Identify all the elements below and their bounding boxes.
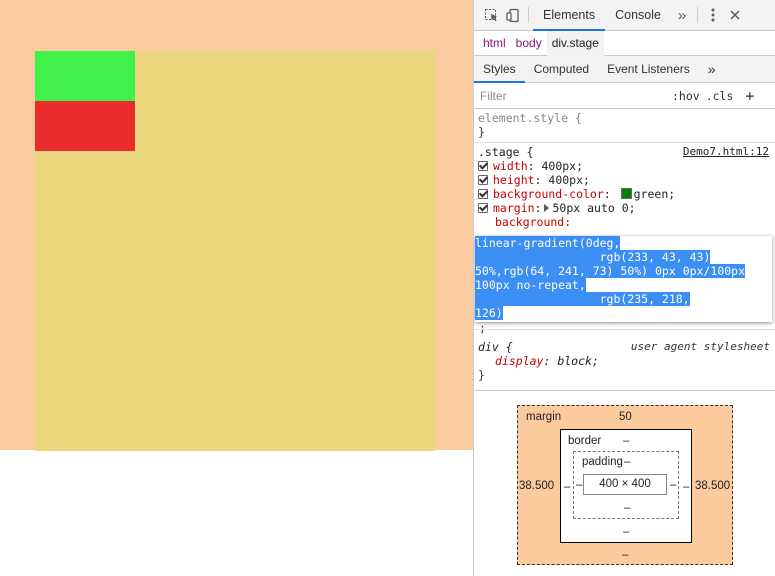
- property-name: height: [493, 173, 535, 187]
- property-name: display: [495, 354, 544, 368]
- tab-console[interactable]: Console: [605, 0, 671, 31]
- decl-display: display: block;: [495, 354, 599, 368]
- decl-margin[interactable]: margin: 50px auto 0;: [478, 201, 771, 215]
- close-devtools-icon[interactable]: [724, 4, 746, 26]
- editor-line: rgb(235, 218,: [475, 292, 690, 306]
- element-style-selector: element.style {: [478, 111, 582, 125]
- margin-bottom-value[interactable]: –: [622, 549, 628, 561]
- border-left-value[interactable]: –: [564, 481, 570, 493]
- padding-top-value[interactable]: –: [624, 456, 630, 468]
- property-value: 400px;: [548, 173, 590, 187]
- border-top-value[interactable]: –: [623, 435, 629, 447]
- cls-toggle[interactable]: .cls: [706, 89, 734, 103]
- breadcrumb-div-stage[interactable]: div.stage: [546, 30, 604, 56]
- new-rule-plus-icon[interactable]: +: [745, 87, 754, 105]
- box-model-padding[interactable]: padding – – – – 400 × 400: [573, 451, 679, 519]
- padding-bottom-value[interactable]: –: [624, 502, 630, 514]
- div-rule-close: }: [478, 368, 485, 382]
- devtools-toolbar: Elements Console »: [474, 0, 775, 31]
- tab-styles[interactable]: Styles: [474, 56, 525, 83]
- device-toolbar-icon[interactable]: [502, 4, 524, 26]
- breadcrumb-body[interactable]: body: [511, 31, 547, 56]
- tab-elements[interactable]: Elements: [533, 0, 606, 31]
- background-value-editor[interactable]: linear-gradient(0deg, rgb(233, 43, 43) 5…: [475, 236, 772, 322]
- property-value: 400px;: [541, 159, 584, 173]
- div-selector: div {: [478, 340, 513, 354]
- margin-right-value[interactable]: 38.500: [695, 480, 730, 492]
- decl-height[interactable]: height: 400px;: [478, 173, 771, 187]
- user-agent-stylesheet-label: user agent stylesheet: [630, 340, 770, 353]
- element-style-close: }: [478, 125, 485, 139]
- decl-width[interactable]: width: 400px;: [478, 159, 771, 173]
- padding-right-value[interactable]: –: [670, 479, 676, 491]
- expand-triangle-icon[interactable]: [544, 204, 550, 212]
- decl-background[interactable]: background:: [478, 215, 771, 229]
- toolbar-separator: [528, 7, 529, 23]
- margin-label: margin: [526, 411, 562, 423]
- editor-line: 126): [475, 306, 503, 320]
- tab-event-listeners[interactable]: Event Listeners: [598, 56, 699, 83]
- inspect-element-icon[interactable]: [480, 4, 502, 26]
- toolbar-separator: [696, 7, 698, 23]
- margin-top-value[interactable]: 50: [619, 411, 632, 423]
- styles-filter-bar: :hov .cls +: [474, 83, 775, 109]
- editor-line: rgb(233, 43, 43): [475, 250, 711, 264]
- border-bottom-value[interactable]: –: [623, 526, 629, 538]
- breadcrumb-html[interactable]: html: [478, 31, 511, 56]
- box-model-diagram: margin 50 38.500 38.500 – border – – – –…: [474, 390, 775, 576]
- styles-subtabs: Styles Computed Event Listeners »: [474, 56, 775, 83]
- border-right-value[interactable]: –: [683, 481, 689, 493]
- hov-toggle[interactable]: :hov: [672, 89, 700, 103]
- property-checkbox[interactable]: [478, 203, 488, 213]
- box-model-margin[interactable]: margin 50 38.500 38.500 – border – – – –…: [517, 405, 733, 565]
- editor-line: linear-gradient(0deg,: [475, 236, 621, 250]
- padding-label: padding: [582, 456, 623, 468]
- kebab-menu-icon[interactable]: [702, 4, 724, 26]
- box-model-content[interactable]: 400 × 400: [583, 474, 667, 495]
- property-checkbox[interactable]: [478, 189, 488, 199]
- property-checkbox[interactable]: [478, 175, 488, 185]
- property-value: block;: [557, 354, 599, 368]
- property-value: green;: [633, 187, 676, 201]
- breadcrumb: html body div.stage: [474, 30, 775, 56]
- element-style-rule[interactable]: element.style { }: [474, 109, 775, 143]
- property-value: 50px auto 0;: [552, 201, 636, 215]
- more-tabs-icon[interactable]: »: [671, 4, 693, 26]
- decl-background-color[interactable]: background-color: green;: [478, 187, 771, 201]
- padding-left-value[interactable]: –: [576, 479, 582, 491]
- editor-line: 50%,rgb(64, 241, 73) 50%) 0px 0px/100px: [475, 264, 746, 278]
- red-gradient-tile: [35, 101, 135, 151]
- stage-element[interactable]: [35, 51, 435, 451]
- property-checkbox[interactable]: [478, 161, 488, 171]
- editor-line: 100px no-repeat,: [475, 278, 586, 292]
- filter-input[interactable]: [480, 86, 662, 105]
- property-name: width: [493, 159, 528, 173]
- rule-source-link[interactable]: Demo7.html:12: [683, 145, 769, 159]
- div-ua-rule[interactable]: div { user agent stylesheet display: blo…: [474, 338, 775, 385]
- green-gradient-tile: [35, 51, 135, 101]
- stage-selector: .stage {: [478, 145, 534, 159]
- devtools-panel: Elements Console » html body div.stage S…: [473, 0, 775, 576]
- property-name: background-color: [493, 187, 604, 201]
- box-model-border[interactable]: border – – – – padding – – – – 400 × 400: [560, 429, 692, 543]
- tab-computed[interactable]: Computed: [525, 56, 598, 83]
- border-label: border: [568, 435, 602, 447]
- property-name: background:: [495, 215, 572, 229]
- property-name: margin: [493, 201, 535, 215]
- margin-left-value[interactable]: 38.500: [519, 480, 554, 492]
- stage-rule-close: ;: [479, 321, 486, 335]
- more-subtabs-icon[interactable]: »: [699, 56, 725, 83]
- page-viewport: [0, 0, 473, 576]
- color-swatch-icon[interactable]: [620, 188, 632, 199]
